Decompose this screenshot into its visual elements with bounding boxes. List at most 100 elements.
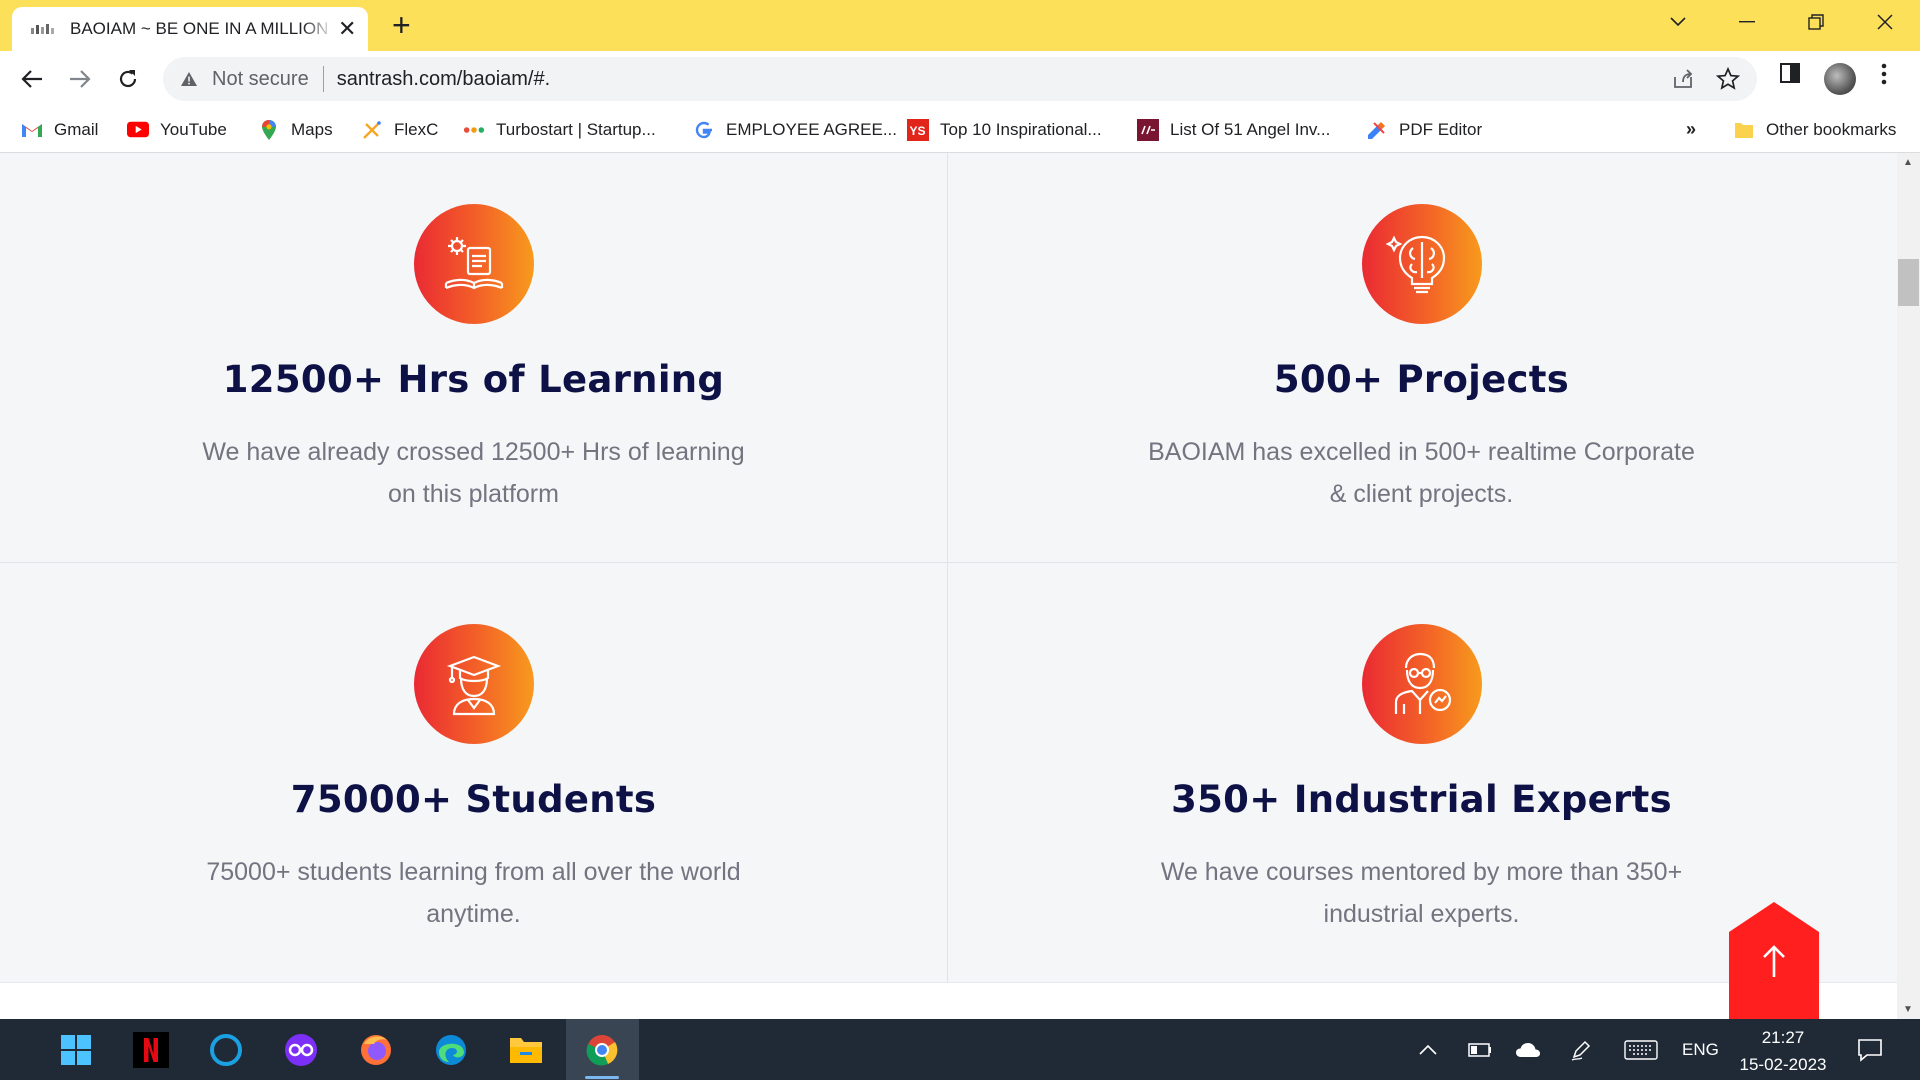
bookmark-employee-agreement[interactable]: EMPLOYEE AGREE... [693,107,897,152]
bookmark-gmail[interactable]: Gmail [21,107,98,152]
show-hidden-icons-button[interactable] [1419,1019,1437,1080]
yourstory-icon: YS [907,118,929,141]
profile-avatar[interactable] [1824,63,1856,95]
chevron-up-icon [1419,1044,1437,1055]
taskbar-app-purple[interactable] [280,1029,322,1071]
bookmark-flexc[interactable]: FlexC [361,107,438,152]
taskbar-edge[interactable] [430,1029,472,1071]
flexc-icon [361,119,383,141]
feature-card-industrial-experts: 350+ Industrial Experts We have courses … [948,624,1895,935]
share-icon[interactable] [1671,67,1695,91]
security-label[interactable]: Not secure [212,68,309,91]
turbostart-icon [463,119,485,141]
bookmark-maps[interactable]: Maps [258,107,333,152]
onedrive-status[interactable] [1515,1019,1541,1080]
brain-bulb-icon [1361,204,1482,324]
pen-menu[interactable] [1570,1019,1592,1080]
feature-title: 75000+ Students [290,778,657,821]
browser-tab[interactable]: BAOIAM ~ BE ONE IN A MILLION ✕ [12,7,368,51]
input-language[interactable]: ENG [1682,1019,1719,1080]
close-tab-icon[interactable]: ✕ [338,16,356,42]
netflix-icon [133,1032,169,1068]
tab-search-chevron-icon[interactable] [1643,0,1713,44]
new-tab-button[interactable]: + [392,9,411,41]
arrow-up-icon [1763,944,1785,977]
bookmark-pdf-editor[interactable]: PDF Editor [1366,107,1482,152]
notification-center-button[interactable] [1857,1019,1883,1080]
system-clock[interactable]: 21:27 15-02-2023 [1733,1024,1833,1078]
next-section-edge [0,982,1897,1019]
bookmark-youtube[interactable]: YouTube [127,107,227,152]
graduate-icon [413,624,534,744]
feature-description: BAOIAM has excelled in 500+ realtime Cor… [1148,438,1695,508]
forward-arrow-icon [70,70,91,88]
file-explorer-icon [510,1038,542,1063]
notification-icon [1858,1038,1882,1062]
back-arrow-icon [21,70,42,88]
scroll-down-arrow-icon[interactable]: ▼ [1903,1004,1913,1015]
taskbar-chrome[interactable] [581,1029,623,1071]
reload-button[interactable] [109,60,147,98]
pdf-editor-icon [1366,119,1388,141]
feature-title: 12500+ Hrs of Learning [222,358,725,401]
bookmarks-overflow-button[interactable]: » [1686,107,1696,152]
close-window-button[interactable] [1850,0,1920,44]
battery-status[interactable] [1468,1019,1492,1080]
active-app-indicator [585,1076,619,1079]
windows-logo-icon [61,1035,91,1065]
side-panel-icon[interactable] [1779,62,1801,84]
address-bar[interactable]: Not secure santrash.com/baoiam/#. [163,57,1757,101]
taskbar-netflix[interactable] [130,1029,172,1071]
expert-icon [1361,624,1482,744]
folder-icon [1733,119,1755,141]
bookmark-label: YouTube [160,119,227,139]
chrome-icon [586,1035,618,1066]
youtube-icon [127,119,149,141]
minimize-button[interactable] [1712,0,1782,44]
windows-start-button[interactable] [55,1029,97,1071]
warning-icon [181,72,197,86]
cloud-icon [1516,1042,1540,1057]
taskbar-cortana[interactable] [205,1029,247,1071]
inc42-icon [1137,118,1159,141]
scrollbar-thumb[interactable] [1898,259,1919,306]
pen-icon [1571,1040,1591,1061]
page-content: 12500+ Hrs of Learning We have already c… [0,153,1897,1019]
feature-card-students: 75000+ Students 75000+ students learning… [0,624,947,935]
google-icon [693,119,715,141]
bookmark-label: Top 10 Inspirational... [940,119,1102,139]
bookmark-angel-investors[interactable]: List Of 51 Angel Inv... [1137,107,1330,152]
feature-title: 350+ Industrial Experts [1171,778,1672,821]
edge-icon [436,1035,466,1065]
taskbar-file-explorer[interactable] [505,1029,547,1071]
bookmark-label: FlexC [394,119,439,139]
cortana-icon [210,1034,242,1066]
url-text[interactable]: santrash.com/baoiam/#. [337,68,550,91]
bookmark-label: Turbostart | Startup... [496,119,656,139]
other-bookmarks-folder[interactable]: Other bookmarks [1733,107,1896,152]
bookmark-star-icon[interactable] [1716,67,1740,91]
site-favicon [31,24,54,34]
menu-kebab-icon[interactable] [1880,62,1888,86]
firefox-icon [361,1035,391,1065]
grid-divider-horizontal [0,562,1897,563]
keyboard-icon [1624,1039,1658,1060]
scroll-up-arrow-icon[interactable]: ▲ [1903,157,1913,168]
tab-title: BAOIAM ~ BE ONE IN A MILLION [70,19,329,38]
feature-description: We have already crossed 12500+ Hrs of le… [202,438,745,508]
mask-app-icon [285,1034,317,1066]
bookmark-label: List Of 51 Angel Inv... [1170,119,1331,139]
touch-keyboard-button[interactable] [1624,1019,1658,1080]
restore-button[interactable] [1781,0,1851,44]
gmail-icon [21,119,43,141]
taskbar-firefox[interactable] [355,1029,397,1071]
bookmark-top-10-inspirational[interactable]: YS Top 10 Inspirational... [907,107,1102,152]
back-button[interactable] [13,60,51,98]
tab-strip: BAOIAM ~ BE ONE IN A MILLION ✕ + [0,0,1920,51]
other-bookmarks-label: Other bookmarks [1766,119,1897,139]
feature-description: We have courses mentored by more than 35… [1160,858,1683,928]
feature-card-projects: 500+ Projects BAOIAM has excelled in 500… [948,204,1895,515]
page-scrollbar[interactable]: ▲ ▼ [1897,153,1920,1019]
bookmark-turbostart[interactable]: Turbostart | Startup... [463,107,656,152]
forward-button[interactable] [61,60,99,98]
